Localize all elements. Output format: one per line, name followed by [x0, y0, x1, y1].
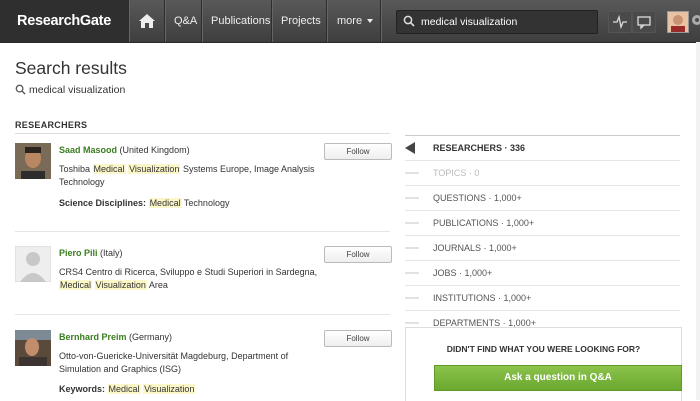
nav-projects-link[interactable]: Projects: [281, 0, 321, 42]
disciplines-label: Science Disciplines:: [59, 198, 147, 208]
home-icon[interactable]: [138, 12, 156, 30]
researcher-location: (United Kingdom): [119, 145, 190, 155]
search-query-display: medical visualization: [15, 84, 125, 96]
not-found-title: DIDN'T FIND WHAT YOU WERE LOOKING FOR?: [446, 344, 641, 354]
affiliation-text: Area: [148, 280, 168, 290]
highlight-term: Visualization: [94, 280, 147, 290]
facet-publications[interactable]: PUBLICATIONS · 1,000+: [405, 211, 680, 236]
affiliation-text: Toshiba: [59, 164, 91, 174]
researcher-affiliation: Otto-von-Guericke-Universität Magdeburg,…: [59, 351, 289, 374]
nav-separator: [271, 0, 272, 42]
researcher-item: Saad Masood (United Kingdom) Follow Tosh…: [15, 143, 392, 223]
facet-journals[interactable]: JOURNALS · 1,000+: [405, 236, 680, 261]
search-icon: [403, 15, 415, 27]
facet-institutions[interactable]: INSTITUTIONS · 1,000+: [405, 286, 680, 311]
facet-dash-icon: [405, 197, 419, 199]
facet-label: INSTITUTIONS · 1,000+: [433, 293, 532, 303]
activity-button[interactable]: [608, 11, 632, 33]
researcher-name-line: Piero Pili (Italy): [59, 248, 123, 258]
facet-label: QUESTIONS · 1,000+: [433, 193, 522, 203]
page-title: Search results: [15, 58, 127, 78]
facet-jobs[interactable]: JOBS · 1,000+: [405, 261, 680, 286]
messages-button[interactable]: [632, 11, 656, 33]
facet-dash-icon: [405, 172, 419, 174]
follow-button[interactable]: Follow: [324, 246, 392, 263]
researcher-name-line: Saad Masood (United Kingdom): [59, 145, 190, 155]
search-box: [396, 10, 598, 34]
nav-separator: [128, 0, 129, 42]
ask-question-button[interactable]: Ask a question in Q&A: [434, 365, 682, 391]
search-query-text: medical visualization: [29, 84, 126, 96]
researcher-item: Bernhard Preim (Germany) Follow Otto-von…: [15, 330, 392, 400]
facet-questions[interactable]: QUESTIONS · 1,000+: [405, 186, 680, 211]
researcher-item: Piero Pili (Italy) Follow CRS4 Centro di…: [15, 246, 392, 306]
facet-label: PUBLICATIONS · 1,000+: [433, 218, 535, 228]
nav-separator: [326, 0, 327, 42]
highlight-term: Visualization: [128, 164, 181, 174]
not-found-box: DIDN'T FIND WHAT YOU WERE LOOKING FOR? A…: [405, 327, 682, 401]
active-arrow-icon: [405, 142, 415, 154]
researcher-affiliation: Toshiba Medical Visualization Systems Eu…: [59, 163, 319, 189]
researcher-location: (Germany): [129, 332, 173, 342]
follow-button[interactable]: Follow: [324, 330, 392, 347]
facet-label: JOBS · 1,000+: [433, 268, 493, 278]
facet-dash-icon: [405, 322, 419, 324]
researcher-photo[interactable]: [15, 330, 51, 366]
researcher-name-line: Bernhard Preim (Germany): [59, 332, 172, 342]
facet-label: JOURNALS · 1,000+: [433, 243, 517, 253]
nav-separator: [380, 0, 381, 42]
highlight-term: Medical: [107, 384, 141, 394]
researcher-name-link[interactable]: Saad Masood: [59, 145, 117, 155]
facet-label: TOPICS · 0: [433, 168, 480, 178]
researcher-photo[interactable]: [15, 143, 51, 179]
highlight-term: Visualization: [143, 384, 196, 394]
nav-separator: [164, 0, 165, 42]
facet-topics: TOPICS · 0: [405, 161, 680, 186]
section-heading-researchers: RESEARCHERS: [15, 120, 88, 130]
facet-dash-icon: [405, 222, 419, 224]
facet-researchers[interactable]: RESEARCHERS · 336: [405, 136, 680, 161]
nav-more-menu[interactable]: more: [337, 0, 374, 42]
activity-pulse-icon: [613, 14, 627, 30]
researcher-keywords: Keywords: Medical Visualization: [59, 384, 196, 394]
user-avatar[interactable]: [667, 11, 689, 33]
researchgate-logo[interactable]: ResearchGate: [0, 0, 128, 42]
discipline-text: Technology: [183, 198, 230, 208]
user-avatar-image: [668, 12, 688, 32]
gear-icon[interactable]: [692, 15, 700, 25]
item-divider: [15, 231, 390, 232]
nav-separator: [201, 0, 202, 42]
highlight-term: Medical: [148, 198, 182, 208]
chat-bubble-icon: [637, 16, 651, 30]
nav-publications-link[interactable]: Publications: [211, 0, 270, 42]
nav-qa-link[interactable]: Q&A: [174, 0, 197, 42]
search-input[interactable]: [421, 14, 591, 30]
follow-button[interactable]: Follow: [324, 143, 392, 160]
highlight-term: Medical: [59, 280, 93, 290]
top-navigation-bar: ResearchGate Q&A Publications Projects m…: [0, 0, 700, 43]
highlight-term: Medical: [92, 164, 126, 174]
facet-dash-icon: [405, 297, 419, 299]
facet-dash-icon: [405, 272, 419, 274]
researcher-name-link[interactable]: Piero Pili: [59, 248, 98, 258]
researcher-location: (Italy): [100, 248, 123, 258]
page-scrollbar[interactable]: [696, 42, 700, 400]
researcher-disciplines: Science Disciplines: Medical Technology: [59, 198, 229, 208]
nav-more-label: more: [337, 15, 363, 27]
default-avatar-icon[interactable]: [15, 246, 51, 282]
researcher-affiliation: CRS4 Centro di Ricerca, Sviluppo e Studi…: [59, 266, 329, 292]
keywords-label: Keywords:: [59, 384, 106, 394]
search-icon: [15, 84, 26, 95]
facet-label: RESEARCHERS · 336: [433, 143, 526, 153]
researcher-name-link[interactable]: Bernhard Preim: [59, 332, 127, 342]
result-type-filter: RESEARCHERS · 336 TOPICS · 0 QUESTIONS ·…: [405, 135, 680, 336]
affiliation-text: CRS4 Centro di Ricerca, Sviluppo e Studi…: [59, 267, 318, 277]
chevron-down-icon: [367, 19, 374, 23]
section-divider: [15, 133, 390, 134]
item-divider: [15, 314, 390, 315]
facet-dash-icon: [405, 247, 419, 249]
